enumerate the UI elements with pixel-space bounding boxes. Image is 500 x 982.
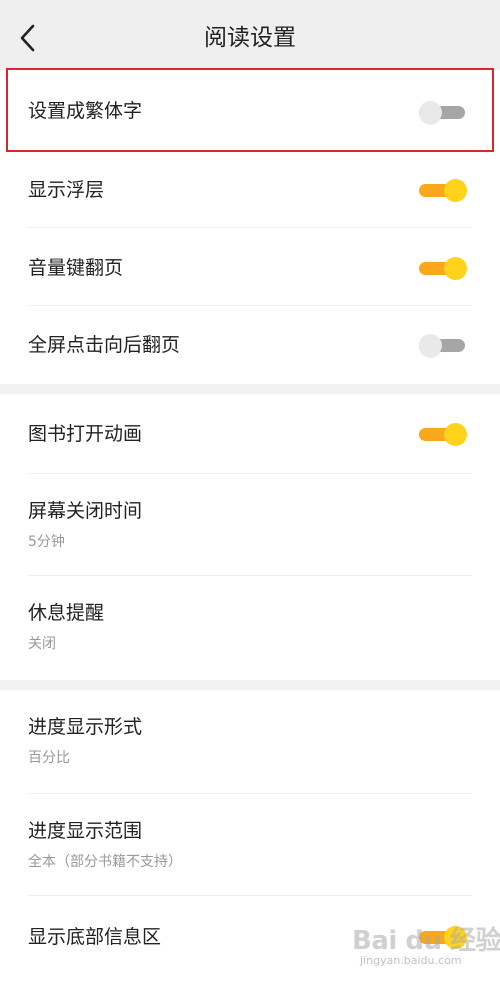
book-open-animation-toggle[interactable]	[419, 421, 467, 447]
setting-label: 进度显示形式	[28, 716, 143, 738]
toggle-knob	[444, 257, 467, 280]
setting-row-progress-format[interactable]: 进度显示形式 百分比	[0, 690, 500, 794]
settings-section-display: 图书打开动画 屏幕关闭时间 5分钟 休息提醒 关闭	[0, 394, 500, 680]
baidu-jingyan-watermark: Bai du 经验 jingyan.baidu.com	[352, 920, 500, 974]
watermark-url: jingyan.baidu.com	[360, 954, 462, 967]
setting-label: 休息提醒	[28, 602, 105, 624]
top-app-bar: 阅读设置	[0, 0, 500, 70]
setting-value: 全本（部分书籍不支持）	[28, 854, 182, 870]
watermark-logo: Bai du 经验	[352, 926, 500, 956]
setting-value: 关闭	[28, 636, 56, 652]
setting-value: 5分钟	[28, 534, 65, 550]
setting-label: 图书打开动画	[28, 423, 143, 445]
setting-row-book-open-animation[interactable]: 图书打开动画	[0, 394, 500, 474]
setting-row-volume-key-paging[interactable]: 音量键翻页	[0, 228, 500, 306]
toggle-knob	[419, 334, 442, 357]
show-overlay-toggle[interactable]	[419, 177, 467, 203]
setting-row-progress-range[interactable]: 进度显示范围 全本（部分书籍不支持）	[0, 794, 500, 896]
setting-row-rest-reminder[interactable]: 休息提醒 关闭	[0, 576, 500, 680]
setting-row-fullscreen-tap[interactable]: 全屏点击向后翻页	[0, 306, 500, 384]
setting-label: 显示底部信息区	[28, 926, 162, 948]
section-separator	[0, 680, 500, 690]
setting-label: 屏幕关闭时间	[28, 500, 143, 522]
setting-row-show-overlay[interactable]: 显示浮层	[0, 150, 500, 228]
section-separator	[0, 384, 500, 394]
fullscreen-tap-toggle[interactable]	[419, 332, 467, 358]
setting-label: 进度显示范围	[28, 820, 143, 842]
setting-value: 百分比	[28, 750, 70, 766]
page-title: 阅读设置	[204, 25, 296, 51]
setting-label: 全屏点击向后翻页	[28, 334, 181, 356]
toggle-knob	[444, 423, 467, 446]
volume-key-paging-toggle[interactable]	[419, 255, 467, 281]
setting-label: 显示浮层	[28, 179, 105, 201]
toggle-knob	[444, 179, 467, 202]
highlight-annotation	[6, 68, 494, 152]
setting-row-screen-off-time[interactable]: 屏幕关闭时间 5分钟	[0, 474, 500, 576]
setting-label: 音量键翻页	[28, 257, 124, 279]
